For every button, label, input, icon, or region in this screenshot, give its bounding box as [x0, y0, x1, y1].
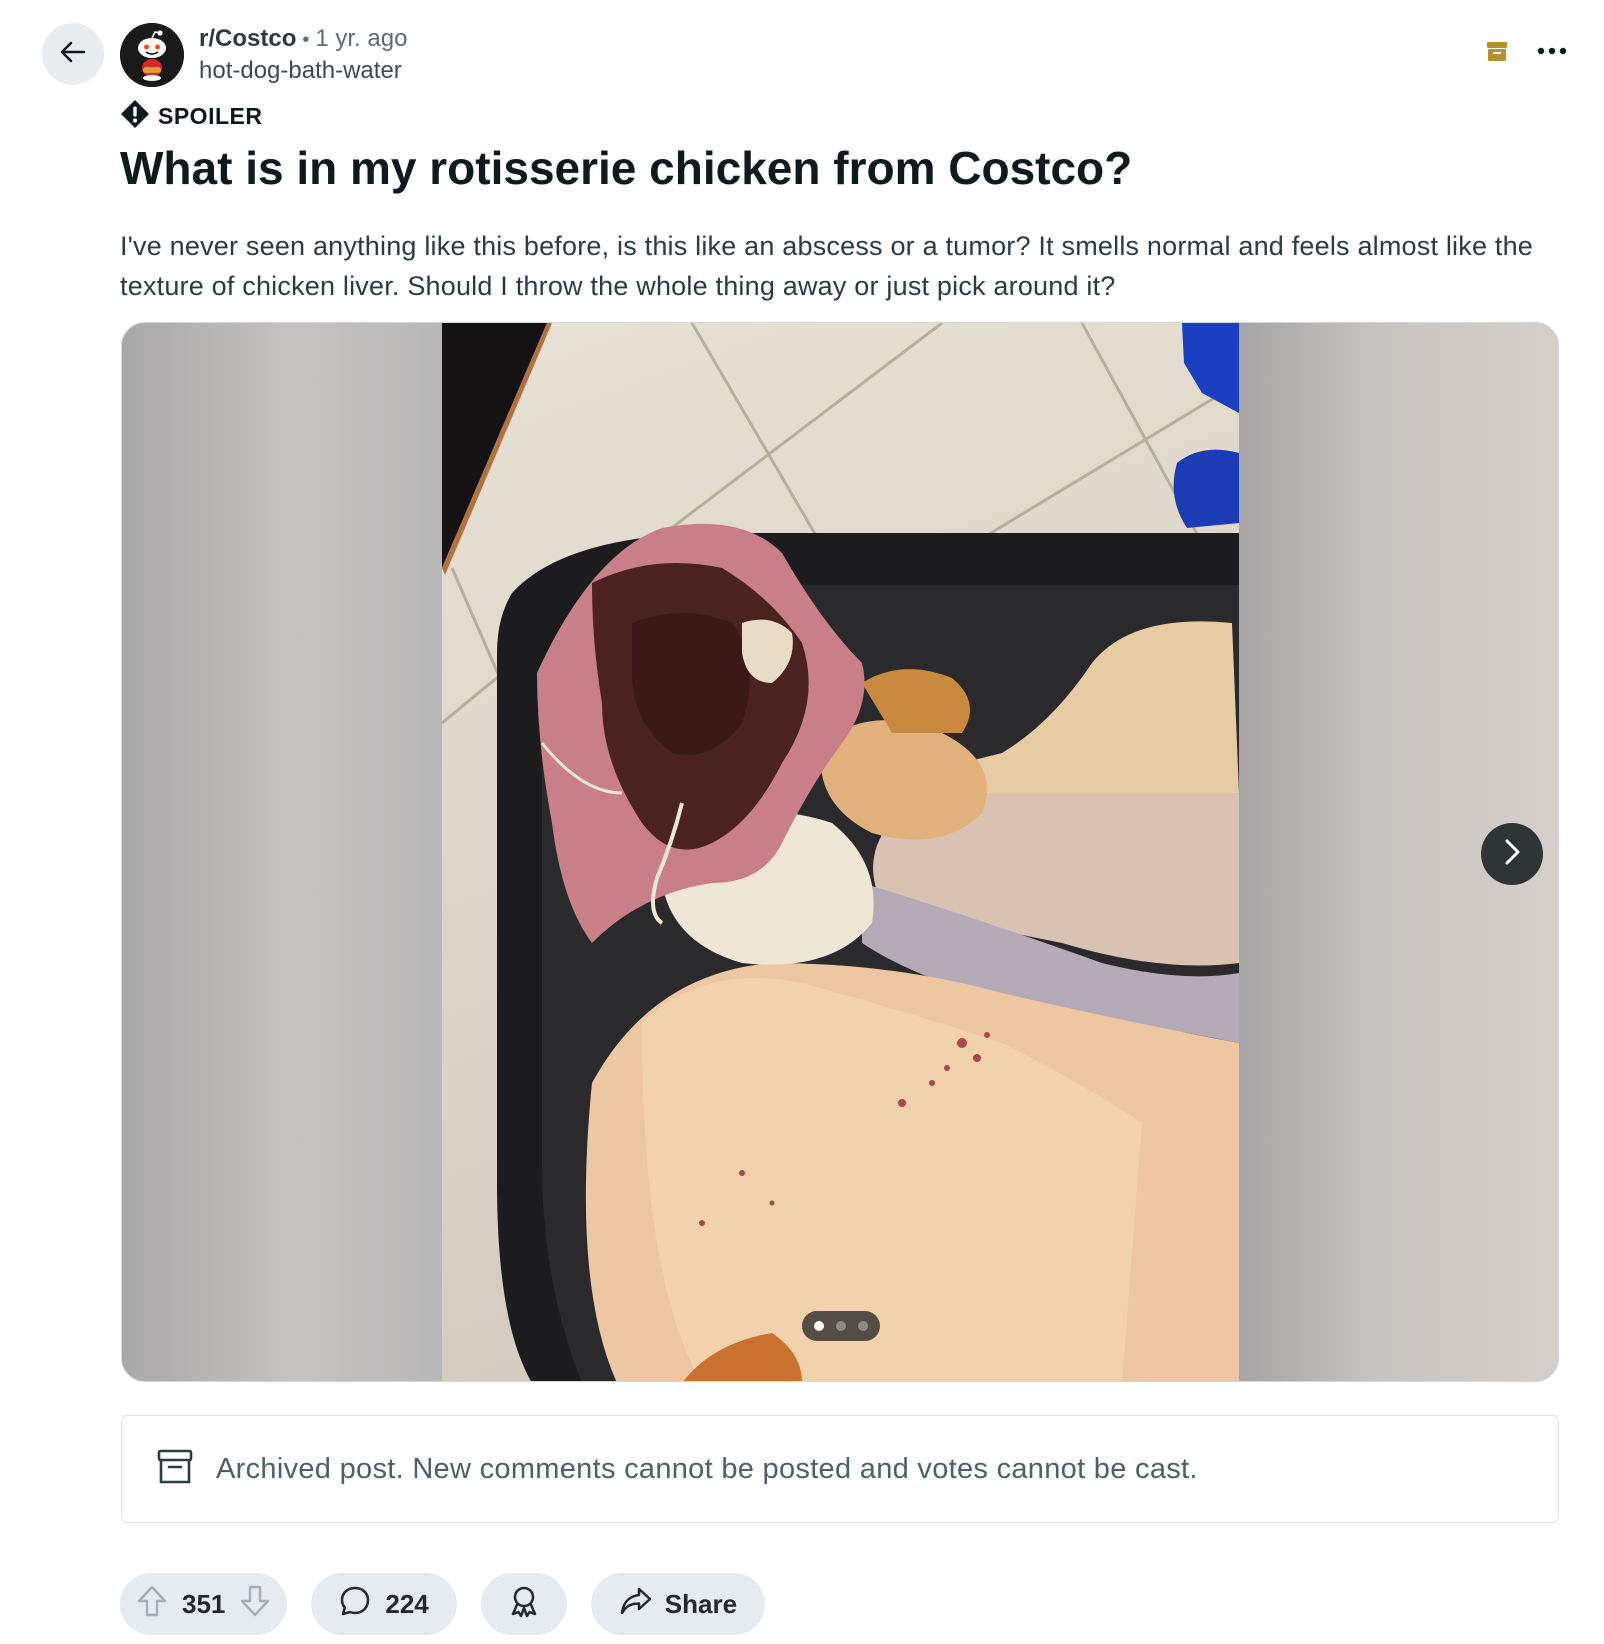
vote-control: 351 [120, 1573, 288, 1635]
author-name[interactable]: hot-dog-bath-water [199, 56, 407, 86]
top-actions [1482, 36, 1572, 66]
spoiler-alert-icon [120, 99, 150, 134]
archived-notice-text: Archived post. New comments cannot be po… [216, 1452, 1198, 1485]
comment-count: 224 [385, 1588, 429, 1619]
back-button[interactable] [42, 23, 104, 85]
gallery-image[interactable] [442, 323, 1239, 1381]
post-body: I've never seen anything like this befor… [120, 231, 1534, 301]
award-button[interactable] [480, 1573, 567, 1635]
post-title: What is in my rotisserie chicken from Co… [120, 142, 1133, 194]
meta-separator: • [302, 29, 310, 51]
subreddit-name[interactable]: r/Costco [199, 24, 296, 54]
vote-count: 351 [182, 1588, 226, 1619]
archived-notice: Archived post. New comments cannot be po… [121, 1415, 1559, 1523]
gallery-pagination [802, 1311, 880, 1341]
archive-box-icon [156, 1448, 194, 1491]
pagination-dot-2[interactable] [836, 1321, 846, 1331]
comments-button[interactable]: 224 [311, 1573, 457, 1635]
share-label: Share [664, 1588, 738, 1619]
award-icon [508, 1584, 540, 1625]
more-options-button[interactable] [1532, 36, 1572, 66]
image-gallery[interactable] [121, 322, 1559, 1382]
subreddit-avatar[interactable] [120, 23, 184, 87]
pagination-dot-3[interactable] [858, 1321, 868, 1331]
gallery-next-button[interactable] [1481, 823, 1543, 885]
spoiler-tag: SPOILER [120, 99, 262, 134]
post-action-bar: 351 224 Share [120, 1573, 766, 1635]
downvote-arrow-icon[interactable] [239, 1584, 271, 1625]
share-button[interactable]: Share [590, 1573, 766, 1635]
pagination-dot-1[interactable] [814, 1321, 824, 1331]
comment-bubble-icon [339, 1585, 371, 1624]
chevron-right-icon [1499, 837, 1525, 872]
post-age: 1 yr. ago [315, 25, 408, 52]
upvote-arrow-icon[interactable] [136, 1584, 168, 1625]
more-horizontal-icon [1537, 42, 1567, 60]
spoiler-label: SPOILER [158, 103, 263, 129]
archive-icon [1482, 36, 1512, 66]
arrow-left-icon [57, 36, 89, 73]
share-arrow-icon [619, 1586, 653, 1623]
post-meta: r/Costco • 1 yr. ago hot-dog-bath-water [199, 24, 407, 86]
